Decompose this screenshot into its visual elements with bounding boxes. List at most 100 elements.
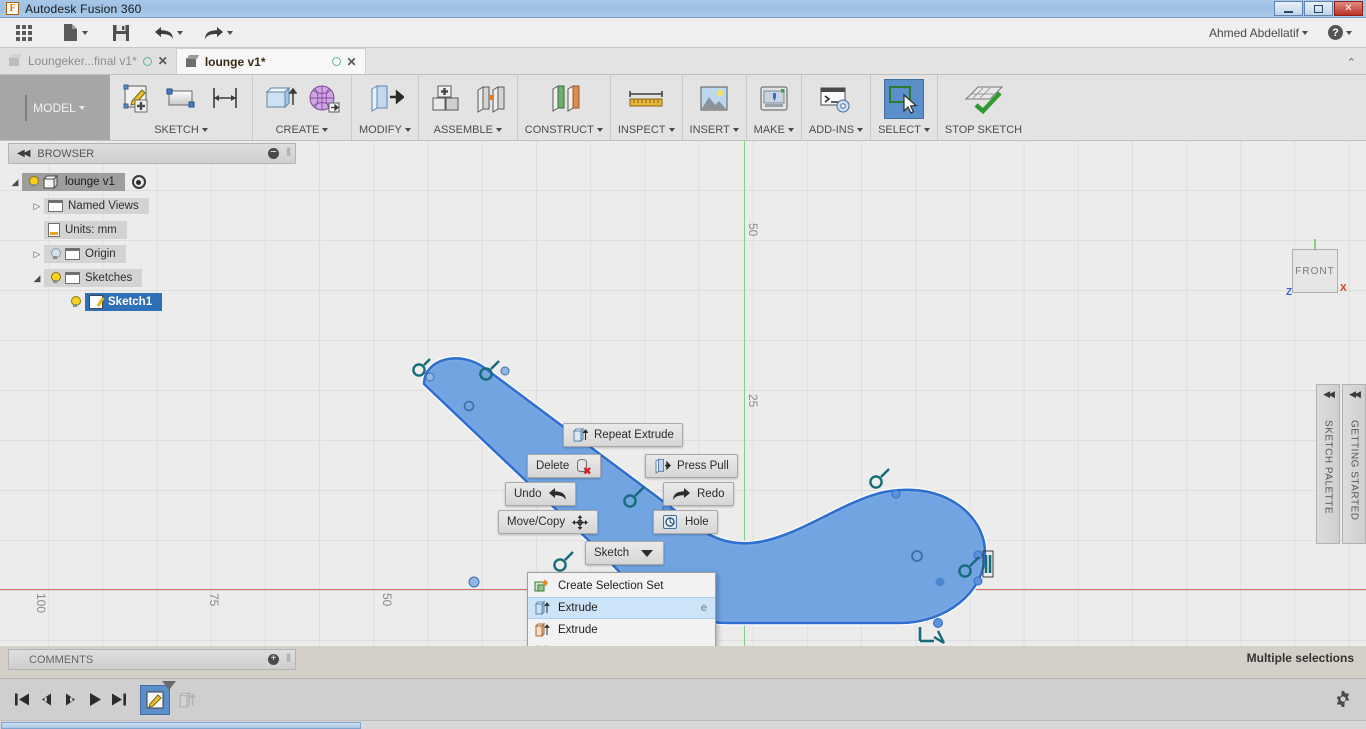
3d-print-button[interactable] (754, 79, 794, 119)
document-tab-0[interactable]: Loungeker...final v1* ✕ (0, 48, 177, 74)
joint-button[interactable] (470, 79, 510, 119)
marking-menu-press-pull[interactable]: Press Pull (645, 454, 738, 478)
redo-button[interactable] (200, 19, 237, 47)
browser-node[interactable]: Units: mm (44, 221, 127, 239)
workspace-switcher[interactable]: MODEL (0, 75, 110, 140)
timeline-step-forward[interactable] (58, 688, 82, 712)
browser-row-named-views[interactable]: ▷ Named Views (8, 194, 298, 218)
timeline-go-to-beginning[interactable] (10, 688, 34, 712)
extrude-button[interactable] (260, 79, 300, 119)
context-menu[interactable]: Create Selection Set Extrude e Extrude (527, 572, 716, 646)
timeline-go-to-end[interactable] (106, 688, 130, 712)
help-menu[interactable]: ? (1328, 25, 1352, 40)
timeline-step-back[interactable] (34, 688, 58, 712)
user-account-menu[interactable]: Ahmed Abdellatif (1209, 26, 1308, 40)
twisty-open-icon[interactable]: ◢ (30, 273, 44, 284)
close-tab-icon[interactable]: ✕ (347, 55, 357, 69)
timeline-node-extrude[interactable] (174, 687, 200, 713)
browser-row-sketches[interactable]: ◢ Sketches (8, 266, 298, 290)
perpendicular-constraint-icon[interactable] (918, 627, 934, 643)
dimension-button[interactable] (205, 79, 245, 119)
timeline-settings-button[interactable] (1334, 690, 1352, 708)
view-cube[interactable]: FRONT X Z (1276, 239, 1352, 303)
sketch-point[interactable] (935, 577, 945, 587)
timeline-bar[interactable] (0, 678, 1366, 720)
unsaved-indicator-icon[interactable] (331, 57, 341, 66)
sketch-point[interactable] (500, 366, 510, 376)
double-left-chevron-icon[interactable]: ◀◀ (1323, 389, 1335, 400)
browser-node[interactable]: Named Views (44, 198, 149, 214)
app-grid-button[interactable] (0, 19, 36, 47)
context-menu-item-offset-plane[interactable]: Offset Plane (528, 641, 715, 646)
scrollbar-thumb[interactable] (1, 722, 361, 729)
sketch-palette-panel-tab[interactable]: ◀◀ SKETCH PALETTE (1316, 384, 1340, 544)
horizontal-scrollbar[interactable] (0, 720, 1366, 729)
activate-component-radio[interactable] (131, 175, 146, 189)
offset-plane-button[interactable] (544, 79, 584, 119)
double-left-chevron-icon[interactable]: ◀◀ (17, 148, 30, 159)
new-document-button[interactable] (58, 19, 92, 47)
browser-row-sketch1[interactable]: Sketch1 (8, 290, 298, 314)
panel-resize-grip[interactable]: ⦀ (286, 653, 291, 666)
visibility-bulb-icon[interactable] (48, 271, 62, 285)
coincident-constraint-icon[interactable] (933, 630, 946, 645)
double-left-chevron-icon[interactable]: ◀◀ (1349, 389, 1361, 400)
restore-button[interactable] (1304, 1, 1333, 16)
comments-panel-header[interactable]: COMMENTS + ⦀ (8, 649, 296, 670)
tangent-constraint-icon[interactable] (869, 468, 890, 489)
marking-menu-repeat-extrude[interactable]: Repeat Extrude (563, 423, 683, 447)
browser-row-origin[interactable]: ▷ Origin (8, 242, 298, 266)
timeline-play[interactable] (82, 688, 106, 712)
unsaved-indicator-icon[interactable] (142, 56, 152, 66)
create-sketch-button[interactable] (117, 79, 157, 119)
insert-image-button[interactable] (694, 79, 734, 119)
twisty-closed-icon[interactable]: ▷ (30, 201, 44, 212)
stop-sketch-button[interactable] (958, 79, 1010, 119)
twisty-open-icon[interactable]: ◢ (8, 177, 22, 188)
create-mesh-button[interactable] (304, 79, 344, 119)
visibility-bulb-icon[interactable] (48, 247, 62, 261)
visibility-bulb-icon[interactable] (68, 295, 82, 309)
rectangle-button[interactable] (161, 79, 201, 119)
save-button[interactable] (108, 19, 134, 47)
close-button[interactable]: ✕ (1334, 1, 1363, 16)
context-menu-item-create-selection-set[interactable]: Create Selection Set (528, 575, 715, 597)
sketch-point[interactable] (891, 489, 901, 499)
document-tab-1[interactable]: lounge v1* ✕ (176, 48, 366, 74)
view-cube-front-face[interactable]: FRONT (1292, 249, 1338, 293)
select-button[interactable] (883, 79, 924, 119)
press-pull-button[interactable] (362, 79, 408, 119)
timeline-node-sketch1[interactable] (140, 680, 176, 715)
marking-menu-hole[interactable]: Hole (653, 510, 718, 534)
collapse-ribbon-button[interactable]: ⌃ (1347, 56, 1356, 69)
sketch-point[interactable] (933, 618, 943, 628)
marking-menu-redo[interactable]: Redo (663, 482, 734, 506)
new-component-button[interactable] (426, 79, 466, 119)
undo-button[interactable] (150, 19, 187, 47)
panel-resize-grip[interactable]: ⦀ (286, 147, 291, 160)
sketch-point[interactable] (425, 372, 435, 382)
browser-node[interactable]: Sketch1 (85, 293, 163, 311)
marking-menu-delete[interactable]: Delete (527, 454, 602, 478)
marking-menu-move-copy[interactable]: Move/Copy (498, 510, 599, 534)
getting-started-panel-tab[interactable]: ◀◀ GETTING STARTED (1342, 384, 1366, 544)
scripts-addins-button[interactable] (816, 79, 856, 119)
browser-row-lounge-v1[interactable]: ◢ lounge v1 (8, 170, 298, 194)
plus-circle-icon[interactable]: + (268, 654, 279, 665)
browser-node[interactable]: Origin (44, 245, 126, 263)
minimize-button[interactable] (1274, 1, 1303, 16)
visibility-bulb-icon[interactable] (26, 175, 40, 189)
sketch-point[interactable] (468, 576, 480, 588)
browser-tree[interactable]: ◢ lounge v1 ▷ Named Views Units: mm ▷ Or… (8, 170, 298, 314)
marking-menu-sketch[interactable]: Sketch (585, 541, 665, 565)
close-tab-icon[interactable]: ✕ (158, 54, 168, 68)
twisty-closed-icon[interactable]: ▷ (30, 249, 44, 260)
browser-node[interactable]: Sketches (44, 269, 143, 287)
measure-button[interactable] (624, 79, 668, 119)
tangent-constraint-icon[interactable] (553, 551, 574, 572)
context-menu-item-extrude-profile[interactable]: Extrude e (528, 597, 715, 619)
browser-node[interactable]: lounge v1 (22, 173, 125, 191)
marking-menu-undo[interactable]: Undo (505, 482, 576, 506)
context-menu-item-extrude-face[interactable]: Extrude (528, 619, 715, 641)
browser-row-units[interactable]: Units: mm (8, 218, 298, 242)
